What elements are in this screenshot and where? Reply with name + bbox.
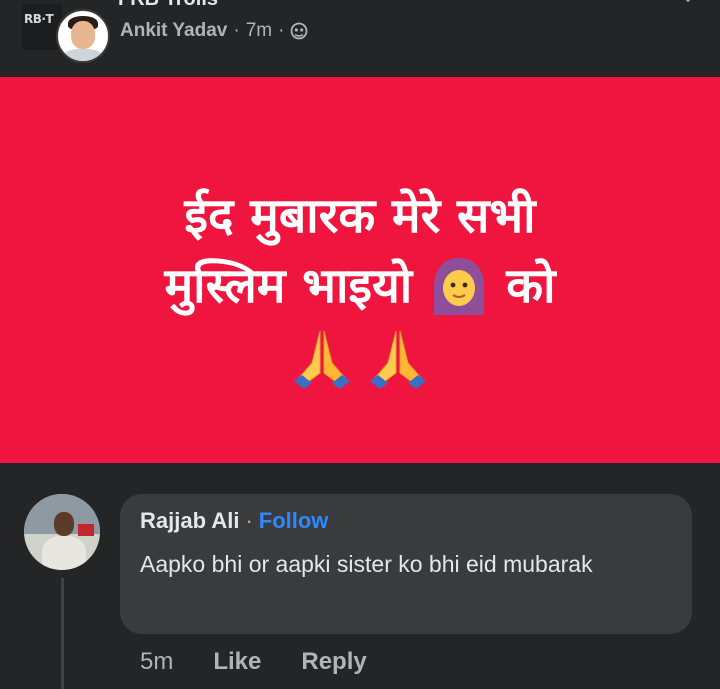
woman-with-headscarf-icon: [434, 258, 485, 315]
folded-hands-icon: [370, 330, 426, 389]
close-icon[interactable]: [676, 0, 700, 10]
meta-separator: ·: [233, 20, 240, 41]
post-line-2: मुस्लिम भाइयो को: [164, 251, 556, 321]
author-name[interactable]: Ankit Yadav: [120, 20, 227, 42]
comment-separator: ·: [245, 508, 253, 533]
commenter-avatar[interactable]: [24, 494, 100, 570]
like-button[interactable]: Like: [213, 648, 261, 676]
reply-button[interactable]: Reply: [301, 648, 366, 676]
post-line-2-left: मुस्लिम भाइयो: [164, 258, 413, 314]
post-meta: Ankit Yadav · 7m ·: [120, 20, 308, 42]
folded-hands-icon: [294, 330, 350, 389]
post-header: RB·T FRB Trolls Ankit Yadav · 7m ·: [0, 0, 720, 76]
comment-text: Aapko bhi or aapki sister ko bhi eid mub…: [140, 551, 593, 577]
author-avatar[interactable]: [56, 9, 110, 63]
thread-line: [61, 578, 64, 689]
post-text-card: ईद मुबारक मेरे सभी मुस्लिम भाइयो को: [0, 77, 720, 463]
group-badge-text: RB·T: [24, 12, 54, 26]
emoji-row: [290, 327, 430, 393]
comment-author[interactable]: Rajjab Ali: [140, 508, 239, 534]
group-privacy-icon: [291, 22, 308, 40]
post-time[interactable]: 7m: [246, 20, 272, 42]
comment-bubble: Rajjab Ali · Follow Aapko bhi or aapki s…: [120, 494, 692, 634]
post-line-2-right: को: [506, 258, 556, 314]
comment-header: Rajjab Ali · Follow: [140, 508, 328, 534]
comment-actions: 5m Like Reply: [140, 648, 367, 676]
follow-button[interactable]: Follow: [259, 508, 329, 534]
meta-separator: ·: [278, 20, 285, 41]
comment-time[interactable]: 5m: [140, 648, 173, 676]
group-title[interactable]: FRB Trolls: [118, 0, 218, 11]
post-line-1: ईद मुबारक मेरे सभी: [184, 188, 536, 244]
